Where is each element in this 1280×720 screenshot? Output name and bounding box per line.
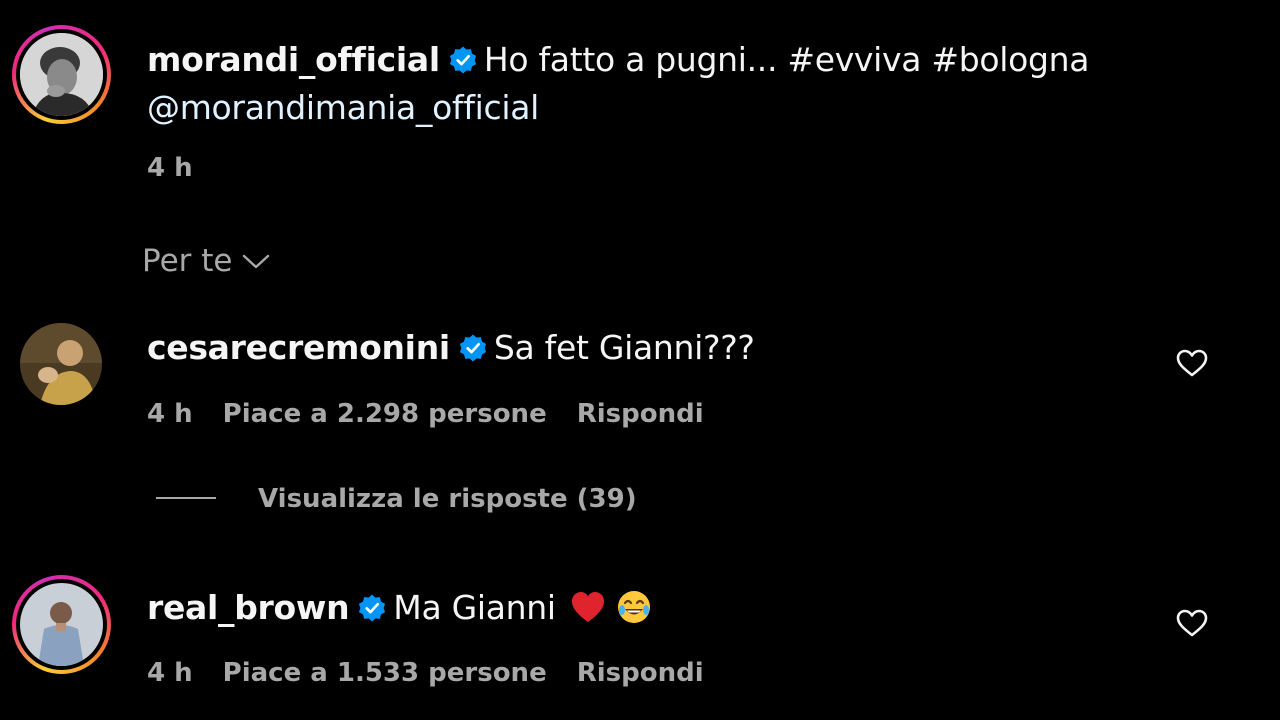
- verified-badge-icon: [359, 594, 386, 622]
- sort-label: Per te: [142, 243, 233, 279]
- comment-body: cesarecremonini Sa fet Gianni???: [147, 324, 755, 372]
- comment-time: 4 h: [147, 658, 193, 688]
- comment-text: Sa fet Gianni???: [493, 328, 755, 367]
- comment-username[interactable]: real_brown: [147, 588, 350, 627]
- post-mention-link[interactable]: @morandimania_official: [147, 88, 539, 127]
- tears-of-joy-icon: [617, 591, 650, 623]
- reply-button[interactable]: Rispondi: [577, 658, 704, 688]
- view-replies-label: Visualizza le risposte (39): [258, 484, 637, 514]
- comment-time: 4 h: [147, 399, 193, 429]
- verified-badge-icon: [449, 46, 477, 74]
- avatar[interactable]: [20, 323, 102, 405]
- story-ring[interactable]: [12, 25, 111, 124]
- avatar-photo: [20, 33, 103, 116]
- comment-meta: 4 h Piace a 2.298 persone Rispondi: [147, 399, 734, 429]
- reply-button[interactable]: Rispondi: [577, 399, 704, 429]
- avatar-photo: [20, 583, 103, 666]
- comments-screen: morandi_official Ho fatto a pugni... #evv…: [0, 0, 1280, 720]
- story-ring[interactable]: [12, 575, 111, 674]
- like-heart-icon[interactable]: [1175, 348, 1209, 378]
- post-caption: morandi_official Ho fatto a pugni... #evv…: [147, 36, 1187, 132]
- post-username[interactable]: morandi_official: [147, 40, 440, 79]
- avatar-photo: [20, 323, 102, 405]
- comment-likes[interactable]: Piace a 1.533 persone: [223, 658, 547, 688]
- verified-badge-icon: [459, 334, 487, 362]
- comment-body: real_brown Ma Gianni: [147, 584, 652, 632]
- comment-meta: 4 h Piace a 1.533 persone Rispondi: [147, 658, 734, 688]
- comment-likes[interactable]: Piace a 2.298 persone: [223, 399, 547, 429]
- divider-line: [156, 497, 216, 499]
- post-time: 4 h: [147, 153, 193, 183]
- avatar: [20, 33, 103, 116]
- comment-username[interactable]: cesarecremonini: [147, 328, 450, 367]
- comment-text: Ma Gianni: [393, 588, 556, 627]
- like-heart-icon[interactable]: [1175, 608, 1209, 638]
- comment-sort-dropdown[interactable]: Per te: [142, 243, 271, 279]
- view-replies-button[interactable]: Visualizza le risposte (39): [156, 484, 637, 514]
- post-caption-text: Ho fatto a pugni... #evviva #bologna: [483, 40, 1090, 79]
- chevron-down-icon: [242, 254, 269, 269]
- red-heart-icon: [571, 592, 604, 622]
- avatar: [20, 583, 103, 666]
- post-meta: 4 h: [147, 153, 223, 183]
